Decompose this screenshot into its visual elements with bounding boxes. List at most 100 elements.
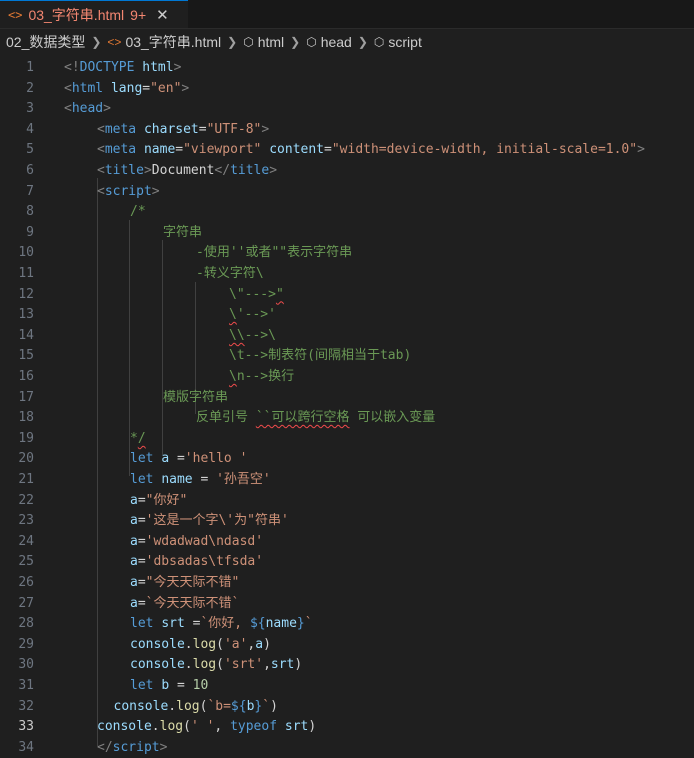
code-token: 字符串: [163, 224, 203, 240]
code-line[interactable]: 4 <meta charset="UTF-8">: [0, 120, 694, 141]
code-token: \: [229, 307, 237, 323]
code-token: "你好": [145, 492, 188, 508]
code-line[interactable]: 22 a="你好": [0, 491, 694, 512]
code-line[interactable]: 27 a=`今天天际不错`: [0, 594, 694, 615]
code-token: .: [151, 719, 160, 735]
code-editor[interactable]: 1 <!DOCTYPE html> 2 <html lang="en"> 3 <head>…: [0, 54, 694, 755]
code-token: ): [263, 636, 271, 652]
breadcrumb-html[interactable]: ⬡ html: [243, 34, 284, 50]
code-token: 10: [192, 678, 209, 693]
breadcrumb-label: script: [388, 34, 422, 50]
line-number: 11: [18, 266, 34, 281]
code-line[interactable]: 14 \\-->\: [0, 326, 694, 347]
code-token: =: [198, 121, 207, 137]
code-line[interactable]: 3 <head>: [0, 99, 694, 120]
code-line[interactable]: 29 console.log('a',a): [0, 635, 694, 656]
code-token: /: [137, 430, 146, 446]
code-token: meta: [104, 121, 137, 137]
line-number: 20: [18, 451, 34, 467]
code-text: \n-->换行: [229, 367, 294, 388]
code-token: let: [130, 451, 154, 467]
code-token: \"--->: [229, 286, 276, 302]
code-line[interactable]: 15 \t-->制表符(间隔相当于tab): [0, 346, 694, 367]
code-token: </: [214, 163, 231, 178]
code-token: .: [184, 657, 193, 673]
code-line[interactable]: 1 <!DOCTYPE html>: [0, 58, 694, 79]
code-token: >: [173, 60, 182, 75]
code-token: (: [216, 657, 224, 673]
code-token: >: [103, 101, 111, 117]
code-token: ${: [230, 698, 247, 714]
code-text: a="你好": [130, 491, 187, 512]
line-number: 23: [18, 513, 34, 529]
code-text: \\-->\: [229, 326, 276, 347]
code-token: log: [159, 719, 184, 735]
code-line[interactable]: 9 字符串: [0, 223, 694, 244]
line-number: 31: [18, 678, 34, 693]
code-line[interactable]: 7 <script>: [0, 182, 694, 203]
line-number: 3: [26, 101, 34, 117]
code-line[interactable]: 32 console.log(`b=${b}`): [0, 697, 694, 718]
code-line[interactable]: 13 \'-->': [0, 305, 694, 326]
code-line[interactable]: 28 let srt =`你好, ${name}`: [0, 614, 694, 635]
code-line[interactable]: 21 let name = '孙吾空': [0, 470, 694, 491]
code-line[interactable]: 24 a='wdadwad\ndasd': [0, 532, 694, 553]
code-token: script: [104, 183, 152, 199]
chevron-right-icon: ❯: [91, 35, 102, 49]
code-line[interactable]: 23 a='这是一个字\'为"符串': [0, 511, 694, 532]
code-line[interactable]: 20 let a ='hello ': [0, 449, 694, 470]
code-line[interactable]: 34 </script>: [0, 738, 694, 758]
code-line[interactable]: 10 -使用''或者""表示字符串: [0, 243, 694, 264]
line-number: 5: [26, 142, 34, 158]
code-token: `: [304, 616, 313, 632]
breadcrumb-head[interactable]: ⬡ head: [306, 34, 352, 50]
code-token: <: [97, 142, 105, 158]
code-text: <script>: [97, 182, 160, 203]
line-number: 9: [26, 224, 34, 240]
code-line[interactable]: 31 let b = 10: [0, 676, 694, 697]
line-number: 33: [18, 719, 34, 735]
code-line[interactable]: 26 a="今天天际不错": [0, 573, 694, 594]
code-line[interactable]: 18 反单引号 ``可以跨行空格 可以嵌入变量: [0, 408, 694, 429]
code-text: -使用''或者""表示字符串: [196, 243, 352, 264]
line-number: 32: [18, 698, 34, 714]
breadcrumb-folder[interactable]: 02_数据类型: [6, 32, 85, 52]
code-line[interactable]: 25 a='dbsadas\tfsda': [0, 552, 694, 573]
code-token: ``可以跨行空格: [255, 410, 350, 426]
code-text: -转义字符\: [196, 264, 264, 285]
line-number: 19: [18, 430, 34, 446]
code-line[interactable]: 11 -转义字符\: [0, 264, 694, 285]
code-token: head: [71, 101, 104, 117]
code-line[interactable]: 8 /*: [0, 202, 694, 223]
breadcrumb-file[interactable]: <> 03_字符串.html: [107, 32, 221, 52]
code-token: "viewport": [183, 142, 262, 158]
close-icon[interactable]: ✕: [156, 6, 169, 24]
code-token: "UTF-8": [206, 121, 262, 137]
code-text: <!DOCTYPE html>: [64, 58, 181, 79]
code-line[interactable]: 30 console.log('srt',srt): [0, 655, 694, 676]
code-token: ,: [214, 719, 231, 735]
code-token: <: [97, 163, 105, 178]
code-line[interactable]: 16 \n-->换行: [0, 367, 694, 388]
line-number: 22: [18, 492, 34, 508]
code-line[interactable]: 19 */: [0, 429, 694, 450]
problems-count-badge: 9+: [130, 6, 147, 23]
code-token: "width=device-width, initial-scale=1.0": [331, 142, 638, 158]
tab-03-string-html[interactable]: <> 03_字符串.html 9+ ✕: [0, 0, 188, 28]
code-line[interactable]: 17 模版字符串: [0, 388, 694, 409]
code-token: >: [181, 80, 190, 96]
cube-icon: ⬡: [373, 35, 385, 49]
code-token: name: [265, 616, 297, 632]
code-token: name: [161, 472, 193, 487]
breadcrumb-script[interactable]: ⬡ script: [374, 34, 422, 50]
code-line[interactable]: 12 \"--->": [0, 285, 694, 306]
code-line[interactable]: 6 <title>Document</title>: [0, 161, 694, 182]
code-token: .: [184, 636, 193, 652]
code-line[interactable]: 2 <html lang="en">: [0, 79, 694, 100]
code-line[interactable]: 33 console.log(' ', typeof srt): [0, 717, 694, 738]
code-line[interactable]: 5 <meta name="viewport" content="width=de…: [0, 140, 694, 161]
tab-title: 03_字符串.html: [28, 6, 125, 23]
code-token: /*: [130, 204, 146, 220]
